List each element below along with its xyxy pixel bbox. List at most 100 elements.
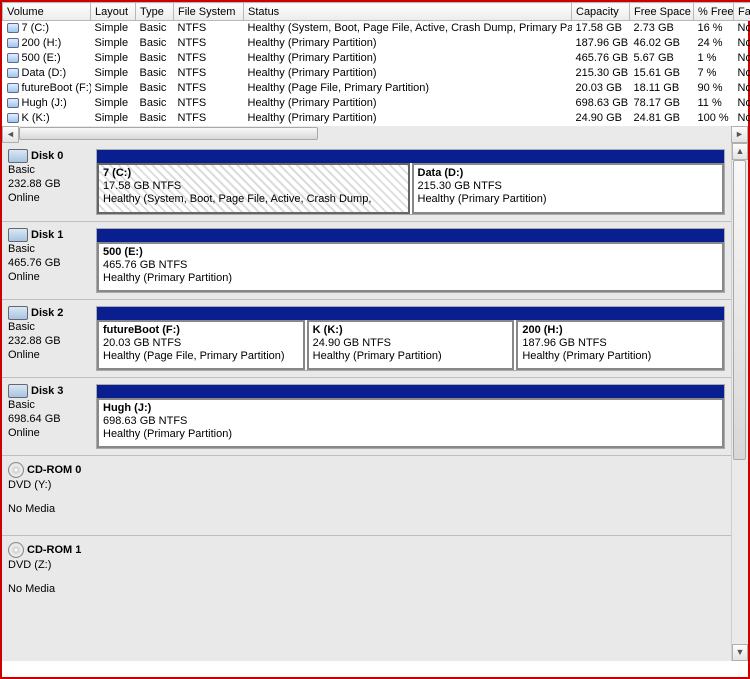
partition[interactable]: Hugh (J:)698.63 GB NTFSHealthy (Primary … bbox=[97, 398, 724, 448]
partition[interactable]: 200 (H:)187.96 GB NTFSHealthy (Primary P… bbox=[516, 320, 724, 370]
scroll-left-icon[interactable]: ◄ bbox=[2, 126, 19, 143]
vol-capacity: 17.58 GB bbox=[572, 21, 630, 36]
col-free[interactable]: Free Space bbox=[630, 3, 694, 21]
partition-area: 7 (C:)17.58 GB NTFSHealthy (System, Boot… bbox=[94, 143, 731, 221]
scroll-right-icon[interactable]: ► bbox=[731, 126, 748, 143]
vol-capacity: 698.63 GB bbox=[572, 96, 630, 111]
vol-free: 24.81 GB bbox=[630, 111, 694, 126]
vol-status: Healthy (Primary Partition) bbox=[244, 111, 572, 126]
vol-name: futureBoot (F:) bbox=[3, 81, 91, 96]
col-layout[interactable]: Layout bbox=[91, 3, 136, 21]
vol-pct: 90 % bbox=[694, 81, 734, 96]
disk-row[interactable]: Disk 2Basic232.88 GBOnlinefutureBoot (F:… bbox=[2, 299, 731, 377]
volume-icon bbox=[7, 83, 19, 93]
vertical-scrollbar[interactable]: ▲ ▼ bbox=[731, 143, 748, 661]
disk-row[interactable]: CD-ROM 0DVD (Y:)No Media bbox=[2, 455, 731, 535]
disk-label[interactable]: Disk 0Basic232.88 GBOnline bbox=[2, 143, 94, 221]
disk-size: 232.88 GB bbox=[8, 177, 90, 191]
volume-row[interactable]: Data (D:)SimpleBasicNTFSHealthy (Primary… bbox=[3, 66, 750, 81]
scroll-thumb[interactable] bbox=[19, 127, 318, 140]
partition[interactable]: Data (D:)215.30 GB NTFSHealthy (Primary … bbox=[412, 163, 725, 214]
disk-graphical-view[interactable]: Disk 0Basic232.88 GBOnline7 (C:)17.58 GB… bbox=[2, 143, 731, 661]
partition-name: futureBoot (F:) bbox=[103, 324, 299, 337]
disk-id: Disk 2 bbox=[31, 307, 63, 319]
vol-type: Basic bbox=[136, 111, 174, 126]
disk-row[interactable]: Disk 0Basic232.88 GBOnline7 (C:)17.58 GB… bbox=[2, 143, 731, 221]
vol-layout: Simple bbox=[91, 96, 136, 111]
vol-type: Basic bbox=[136, 96, 174, 111]
vol-layout: Simple bbox=[91, 21, 136, 36]
vol-name: Data (D:) bbox=[3, 66, 91, 81]
disk-label[interactable]: CD-ROM 1DVD (Z:)No Media bbox=[2, 536, 94, 615]
partition[interactable]: 500 (E:)465.76 GB NTFSHealthy (Primary P… bbox=[97, 242, 724, 292]
partition-area: Hugh (J:)698.63 GB NTFSHealthy (Primary … bbox=[94, 378, 731, 455]
horizontal-scrollbar[interactable]: ◄ ► bbox=[2, 126, 748, 143]
vol-fault: No bbox=[734, 96, 750, 111]
volume-row[interactable]: 200 (H:)SimpleBasicNTFSHealthy (Primary … bbox=[3, 36, 750, 51]
disk-label[interactable]: CD-ROM 0DVD (Y:)No Media bbox=[2, 456, 94, 535]
partition-sub: 465.76 GB NTFS bbox=[103, 259, 718, 272]
disk-stripe bbox=[96, 228, 725, 242]
harddisk-icon bbox=[8, 306, 28, 320]
disk-label[interactable]: Disk 2Basic232.88 GBOnline bbox=[2, 300, 94, 377]
partition[interactable]: K (K:)24.90 GB NTFSHealthy (Primary Part… bbox=[307, 320, 515, 370]
disk-label[interactable]: Disk 1Basic465.76 GBOnline bbox=[2, 222, 94, 299]
partition-sub: 17.58 GB NTFS bbox=[103, 180, 404, 193]
volume-row[interactable]: 500 (E:)SimpleBasicNTFSHealthy (Primary … bbox=[3, 51, 750, 66]
partition[interactable]: 7 (C:)17.58 GB NTFSHealthy (System, Boot… bbox=[97, 163, 410, 214]
vol-fault: No bbox=[734, 21, 750, 36]
col-type[interactable]: Type bbox=[136, 3, 174, 21]
scroll-down-icon[interactable]: ▼ bbox=[732, 644, 748, 661]
disk-row[interactable]: CD-ROM 1DVD (Z:)No Media bbox=[2, 535, 731, 615]
scroll-up-icon[interactable]: ▲ bbox=[732, 143, 748, 160]
disk-size: 698.64 GB bbox=[8, 412, 90, 426]
partition-status: Healthy (Primary Partition) bbox=[103, 272, 718, 285]
disk-row[interactable]: Disk 1Basic465.76 GBOnline500 (E:)465.76… bbox=[2, 221, 731, 299]
partition-name: 7 (C:) bbox=[103, 167, 404, 180]
vol-fs: NTFS bbox=[174, 96, 244, 111]
col-capacity[interactable]: Capacity bbox=[572, 3, 630, 21]
partition[interactable]: futureBoot (F:)20.03 GB NTFSHealthy (Pag… bbox=[97, 320, 305, 370]
vol-free: 78.17 GB bbox=[630, 96, 694, 111]
col-volume[interactable]: Volume bbox=[3, 3, 91, 21]
scroll-thumb[interactable] bbox=[733, 160, 746, 460]
vol-pct: 16 % bbox=[694, 21, 734, 36]
disk-row[interactable]: Disk 3Basic698.64 GBOnlineHugh (J:)698.6… bbox=[2, 377, 731, 455]
disk-state: No Media bbox=[8, 582, 90, 596]
vol-fault: No bbox=[734, 81, 750, 96]
partition-area bbox=[94, 536, 731, 615]
vol-capacity: 465.76 GB bbox=[572, 51, 630, 66]
col-fs[interactable]: File System bbox=[174, 3, 244, 21]
scroll-track[interactable] bbox=[732, 160, 748, 644]
partition-status: Healthy (Primary Partition) bbox=[103, 428, 718, 441]
col-status[interactable]: Status bbox=[244, 3, 572, 21]
partition-name: Data (D:) bbox=[418, 167, 719, 180]
vol-status: Healthy (Page File, Primary Partition) bbox=[244, 81, 572, 96]
partition-area: futureBoot (F:)20.03 GB NTFSHealthy (Pag… bbox=[94, 300, 731, 377]
partition-name: K (K:) bbox=[313, 324, 509, 337]
volume-icon bbox=[7, 98, 19, 108]
vol-status: Healthy (Primary Partition) bbox=[244, 96, 572, 111]
disk-state: No Media bbox=[8, 502, 90, 516]
volume-row[interactable]: K (K:)SimpleBasicNTFSHealthy (Primary Pa… bbox=[3, 111, 750, 126]
partition-sub: 215.30 GB NTFS bbox=[418, 180, 719, 193]
partition-boxes: 500 (E:)465.76 GB NTFSHealthy (Primary P… bbox=[96, 242, 725, 293]
column-header-row[interactable]: Volume Layout Type File System Status Ca… bbox=[3, 3, 750, 21]
vol-name: Hugh (J:) bbox=[3, 96, 91, 111]
volume-row[interactable]: futureBoot (F:)SimpleBasicNTFSHealthy (P… bbox=[3, 81, 750, 96]
volume-row[interactable]: 7 (C:)SimpleBasicNTFSHealthy (System, Bo… bbox=[3, 21, 750, 36]
col-pct[interactable]: % Free bbox=[694, 3, 734, 21]
disk-type: Basic bbox=[8, 320, 90, 334]
disk-id: Disk 1 bbox=[31, 229, 63, 241]
partition-name: Hugh (J:) bbox=[103, 402, 718, 415]
volume-row[interactable]: Hugh (J:)SimpleBasicNTFSHealthy (Primary… bbox=[3, 96, 750, 111]
vol-fs: NTFS bbox=[174, 21, 244, 36]
vol-capacity: 20.03 GB bbox=[572, 81, 630, 96]
col-fault[interactable]: Fault bbox=[734, 3, 750, 21]
empty-partition-area bbox=[96, 462, 725, 529]
partition-area bbox=[94, 456, 731, 535]
scroll-track[interactable] bbox=[19, 126, 731, 143]
vol-pct: 7 % bbox=[694, 66, 734, 81]
disk-label[interactable]: Disk 3Basic698.64 GBOnline bbox=[2, 378, 94, 455]
volume-table[interactable]: Volume Layout Type File System Status Ca… bbox=[2, 2, 750, 126]
